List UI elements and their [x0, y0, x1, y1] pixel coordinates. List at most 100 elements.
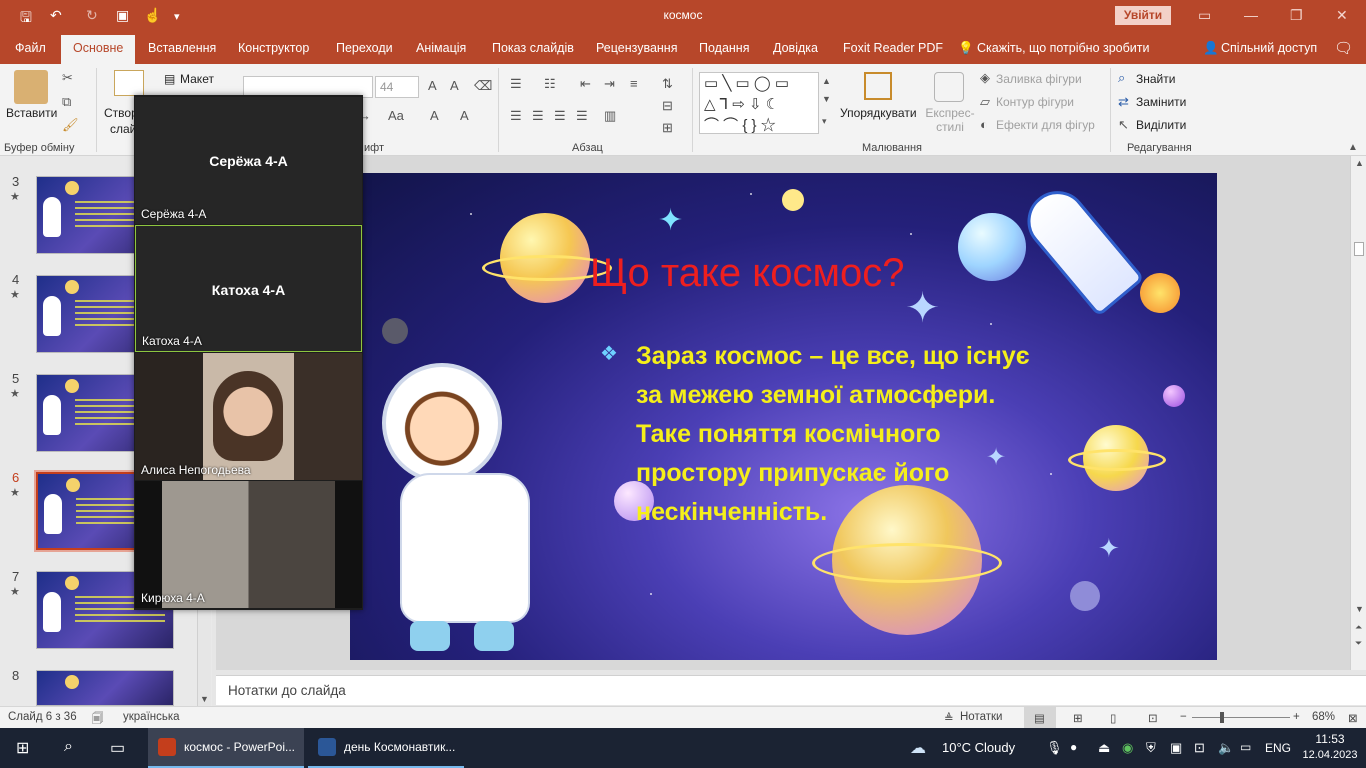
text-direction-icon[interactable]: ⇅ [662, 76, 673, 92]
network-icon[interactable]: ⊡ [1194, 740, 1205, 756]
slide-thumbnail-8[interactable] [36, 670, 174, 706]
numbering-icon[interactable]: ☷ [544, 76, 556, 92]
speaker-icon[interactable]: 🔈 [1218, 740, 1234, 756]
replace-button[interactable]: Замінити [1136, 95, 1186, 109]
reading-view-icon[interactable]: ▯ [1110, 711, 1116, 725]
tab-home[interactable]: Основне [61, 35, 136, 64]
zoom-out-icon[interactable]: − [1180, 711, 1187, 723]
taskbar-app-word[interactable]: день Космонавтик... [308, 728, 464, 768]
participant-tile-speaking[interactable]: Катоха 4-А Катоха 4-А [135, 225, 362, 352]
slide-title[interactable]: Що таке космос? [590, 251, 904, 296]
maximize-icon[interactable]: ❐ [1290, 7, 1303, 24]
collapse-ribbon-icon[interactable]: ▲ [1348, 142, 1358, 153]
highlight-icon[interactable]: A [430, 108, 439, 123]
clear-format-icon[interactable]: ⌫ [474, 78, 492, 94]
zoom-tray-icon[interactable]: ● [1070, 740, 1077, 754]
slide-sorter-icon[interactable]: ⊞ [1073, 711, 1083, 725]
shape-outline-icon[interactable]: ▱ [980, 94, 990, 110]
align-left-icon[interactable]: ☰ [510, 108, 522, 124]
scroll-down-icon[interactable]: ▼ [1355, 604, 1364, 614]
microphone-icon[interactable]: 🎙 [1046, 740, 1063, 756]
arrange-icon[interactable] [864, 72, 892, 100]
prev-slide-icon[interactable]: ⏶ [1355, 622, 1362, 633]
cut-icon[interactable]: ✂ [62, 70, 73, 86]
windows-start-icon[interactable]: ⊞ [16, 738, 29, 758]
comments-icon[interactable]: 🗨 [1334, 39, 1353, 57]
align-right-icon[interactable]: ☰ [554, 108, 566, 124]
paste-icon[interactable] [14, 70, 48, 104]
select-button[interactable]: Виділити [1136, 118, 1186, 132]
replace-icon[interactable]: ⇄ [1118, 94, 1129, 110]
zoom-level[interactable]: 68% [1312, 711, 1335, 723]
tab-help[interactable]: Довідка [773, 41, 818, 55]
slide-canvas[interactable]: ✦ ✦ ✦ ✦ Що таке космос? ❖ Зараз космос –… [350, 173, 1217, 660]
new-slide-icon[interactable] [114, 70, 144, 96]
notes-pane[interactable]: Нотатки до слайда [216, 675, 1366, 705]
change-case-icon[interactable]: Aa [388, 108, 404, 123]
scroll-up-icon[interactable]: ▲ [1355, 158, 1364, 168]
next-slide-icon[interactable]: ⏷ [1355, 638, 1362, 649]
font-color-icon[interactable]: A [460, 108, 469, 123]
font-size-field[interactable]: 44 [375, 76, 419, 98]
share-button[interactable]: Спільний доступ [1221, 41, 1317, 55]
tell-me-search[interactable]: Скажіть, що потрібно зробити [977, 41, 1150, 55]
tab-transitions[interactable]: Переходи [336, 41, 393, 55]
find-button[interactable]: Знайти [1136, 72, 1175, 86]
taskbar-app-powerpoint[interactable]: космос - PowerPoi... [148, 728, 304, 768]
increase-indent-icon[interactable]: ⇥ [604, 76, 615, 92]
arrange-button[interactable]: Упорядкувати [840, 106, 917, 120]
tab-insert[interactable]: Вставлення [148, 41, 216, 55]
columns-icon[interactable]: ▥ [604, 108, 616, 124]
tab-design[interactable]: Конструктор [238, 41, 309, 55]
zoom-slider[interactable] [1192, 717, 1290, 718]
slideshow-icon[interactable]: ⊡ [1148, 711, 1158, 725]
shape-effects-button[interactable]: Ефекти для фігур [996, 118, 1095, 132]
shape-outline-button[interactable]: Контур фігури [996, 95, 1074, 109]
tab-file[interactable]: Файл [15, 41, 46, 55]
shapes-gallery[interactable]: ▭ ╲ ▭ ◯ ▭ △ ⅂ ⇨ ⇩ ☾ ⌒ ⌒ { } ☆ [699, 72, 819, 134]
scroll-thumb[interactable] [1354, 242, 1364, 256]
login-button[interactable]: Увійти [1115, 6, 1171, 25]
tab-view[interactable]: Подання [699, 41, 749, 55]
layout-icon[interactable]: ▤ [164, 72, 175, 86]
participant-video[interactable]: Кирюха 4-А [135, 481, 362, 608]
task-view-icon[interactable]: ▭ [110, 738, 125, 758]
app-tray-icon[interactable]: ◉ [1122, 740, 1133, 756]
gallery-down-icon[interactable]: ▼ [822, 94, 831, 104]
align-center-icon[interactable]: ☰ [532, 108, 544, 124]
app-tray-icon-2[interactable]: ▣ [1170, 740, 1182, 756]
decrease-font-icon[interactable]: A [450, 78, 459, 93]
close-icon[interactable]: ✕ [1336, 7, 1348, 24]
bullets-icon[interactable]: ☰ [510, 76, 522, 92]
input-language[interactable]: ENG [1265, 741, 1291, 755]
notes-placeholder[interactable]: Нотатки до слайда [228, 683, 346, 698]
tab-animation[interactable]: Анімація [416, 41, 466, 55]
shape-fill-icon[interactable]: ◈ [980, 70, 990, 86]
find-icon[interactable]: ⌕ [1118, 70, 1125, 86]
line-spacing-icon[interactable]: ≡ [630, 76, 638, 91]
minimize-icon[interactable]: — [1244, 7, 1258, 23]
search-icon[interactable]: ⌕ [64, 738, 73, 756]
align-text-icon[interactable]: ⊟ [662, 98, 673, 114]
gallery-up-icon[interactable]: ▲ [822, 76, 831, 86]
scroll-down-icon[interactable]: ▼ [200, 694, 209, 704]
participant-video[interactable]: Алиса Непогодьева [135, 353, 362, 480]
increase-font-icon[interactable]: A [428, 78, 437, 93]
shape-effects-icon[interactable]: ◐ [980, 117, 988, 132]
notes-icon[interactable]: ≜ [944, 711, 954, 725]
security-icon[interactable]: ⛨ [1146, 740, 1156, 756]
battery-icon[interactable]: ▭ [1240, 740, 1251, 754]
slide-body-text[interactable]: Зараз космос – це все, що існує за межею… [636, 337, 1036, 532]
quick-styles-icon[interactable] [934, 72, 964, 102]
clock-date[interactable]: 12.04.2023 [1300, 749, 1360, 761]
layout-button[interactable]: Макет [180, 72, 214, 86]
tab-slideshow[interactable]: Показ слайдів [492, 41, 574, 55]
clock-time[interactable]: 11:53 [1304, 732, 1356, 746]
ribbon-options-icon[interactable]: ▭ [1198, 7, 1211, 24]
tab-review[interactable]: Рецензування [596, 41, 677, 55]
smartart-icon[interactable]: ⊞ [662, 120, 673, 136]
select-icon[interactable]: ↖ [1118, 117, 1129, 133]
quick-styles-button[interactable]: Експрес-стилі [922, 106, 978, 134]
notes-button[interactable]: Нотатки [960, 711, 1002, 723]
zoom-slider-thumb[interactable] [1220, 712, 1224, 723]
